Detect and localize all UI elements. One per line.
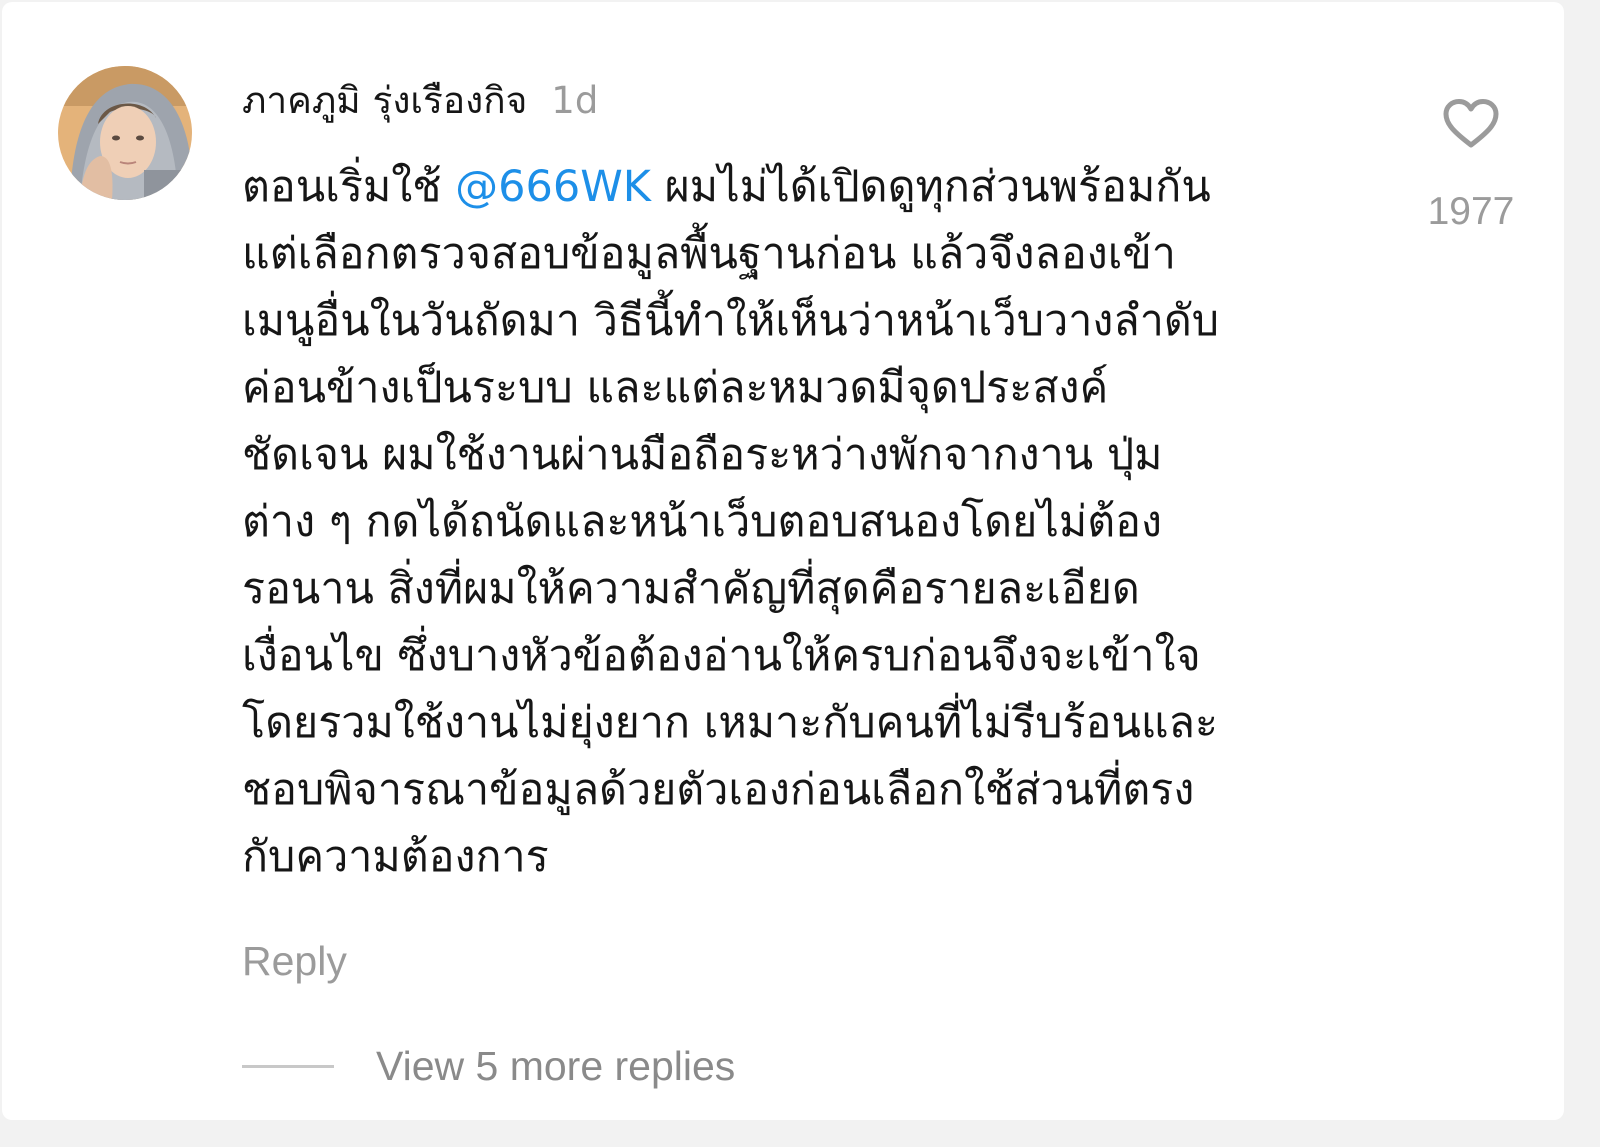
- comment-card: ภาคภูมิ รุ่งเรืองกิจ 1d ตอนเริ่มใช้ @666…: [2, 2, 1564, 1120]
- comment-text-rest: ผมไม่ได้เปิดดูทุกส่วนพร้อมกัน: [650, 162, 1211, 212]
- comment-text: ตอนเริ่มใช้ @666WK ผมไม่ได้เปิดดูทุกส่วน…: [242, 154, 1372, 891]
- comment-line-1: ตอนเริ่มใช้ @666WK ผมไม่ได้เปิดดูทุกส่วน…: [242, 154, 1372, 221]
- comment-line-3: เมนูอื่นในวันถัดมา วิธีนี้ทำให้เห็นว่าหน…: [242, 296, 1220, 346]
- comment-line-5: ชัดเจน ผมใช้งานผ่านมือถือระหว่างพักจากงา…: [242, 430, 1163, 480]
- comment-line-4: ค่อนข้างเป็นระบบ และแต่ละหมวดมีจุดประสงค…: [242, 363, 1109, 413]
- comment-line-9: โดยรวมใช้งานไม่ยุ่งยาก เหมาะกับคนที่ไม่ร…: [242, 698, 1219, 748]
- username[interactable]: ภาคภูมิ รุ่งเรืองกิจ: [242, 71, 527, 130]
- view-replies-row[interactable]: View 5 more replies: [242, 1042, 735, 1090]
- like-section: 1977: [1416, 98, 1526, 234]
- timestamp: 1d: [551, 78, 599, 122]
- comment-line-6: ต่าง ๆ กดได้ถนัดและหน้าเว็บตอบสนองโดยไม่…: [242, 497, 1162, 547]
- avatar-image: [58, 66, 192, 200]
- replies-divider: [242, 1064, 334, 1068]
- comment-line-11: กับความต้องการ: [242, 832, 549, 882]
- comment-line-7: รอนาน สิ่งที่ผมให้ความสำคัญที่สุดคือรายล…: [242, 564, 1140, 614]
- avatar[interactable]: [58, 66, 192, 200]
- comment-line-2: แต่เลือกตรวจสอบข้อมูลพื้นฐานก่อน แล้วจึง…: [242, 229, 1176, 279]
- like-count: 1977: [1427, 190, 1515, 233]
- view-replies-button[interactable]: View 5 more replies: [376, 1043, 735, 1090]
- heart-icon[interactable]: [1416, 98, 1526, 150]
- comment-text-start: ตอนเริ่มใช้: [242, 162, 456, 212]
- comment-header: ภาคภูมิ รุ่งเรืองกิจ 1d: [242, 74, 598, 126]
- mention-link[interactable]: @666WK: [455, 162, 651, 212]
- comment-line-8: เงื่อนไข ซึ่งบางหัวข้อต้องอ่านให้ครบก่อน…: [242, 631, 1201, 681]
- reply-button[interactable]: Reply: [242, 938, 347, 985]
- comment-line-10: ชอบพิจารณาข้อมูลด้วยตัวเองก่อนเลือกใช้ส่…: [242, 765, 1195, 815]
